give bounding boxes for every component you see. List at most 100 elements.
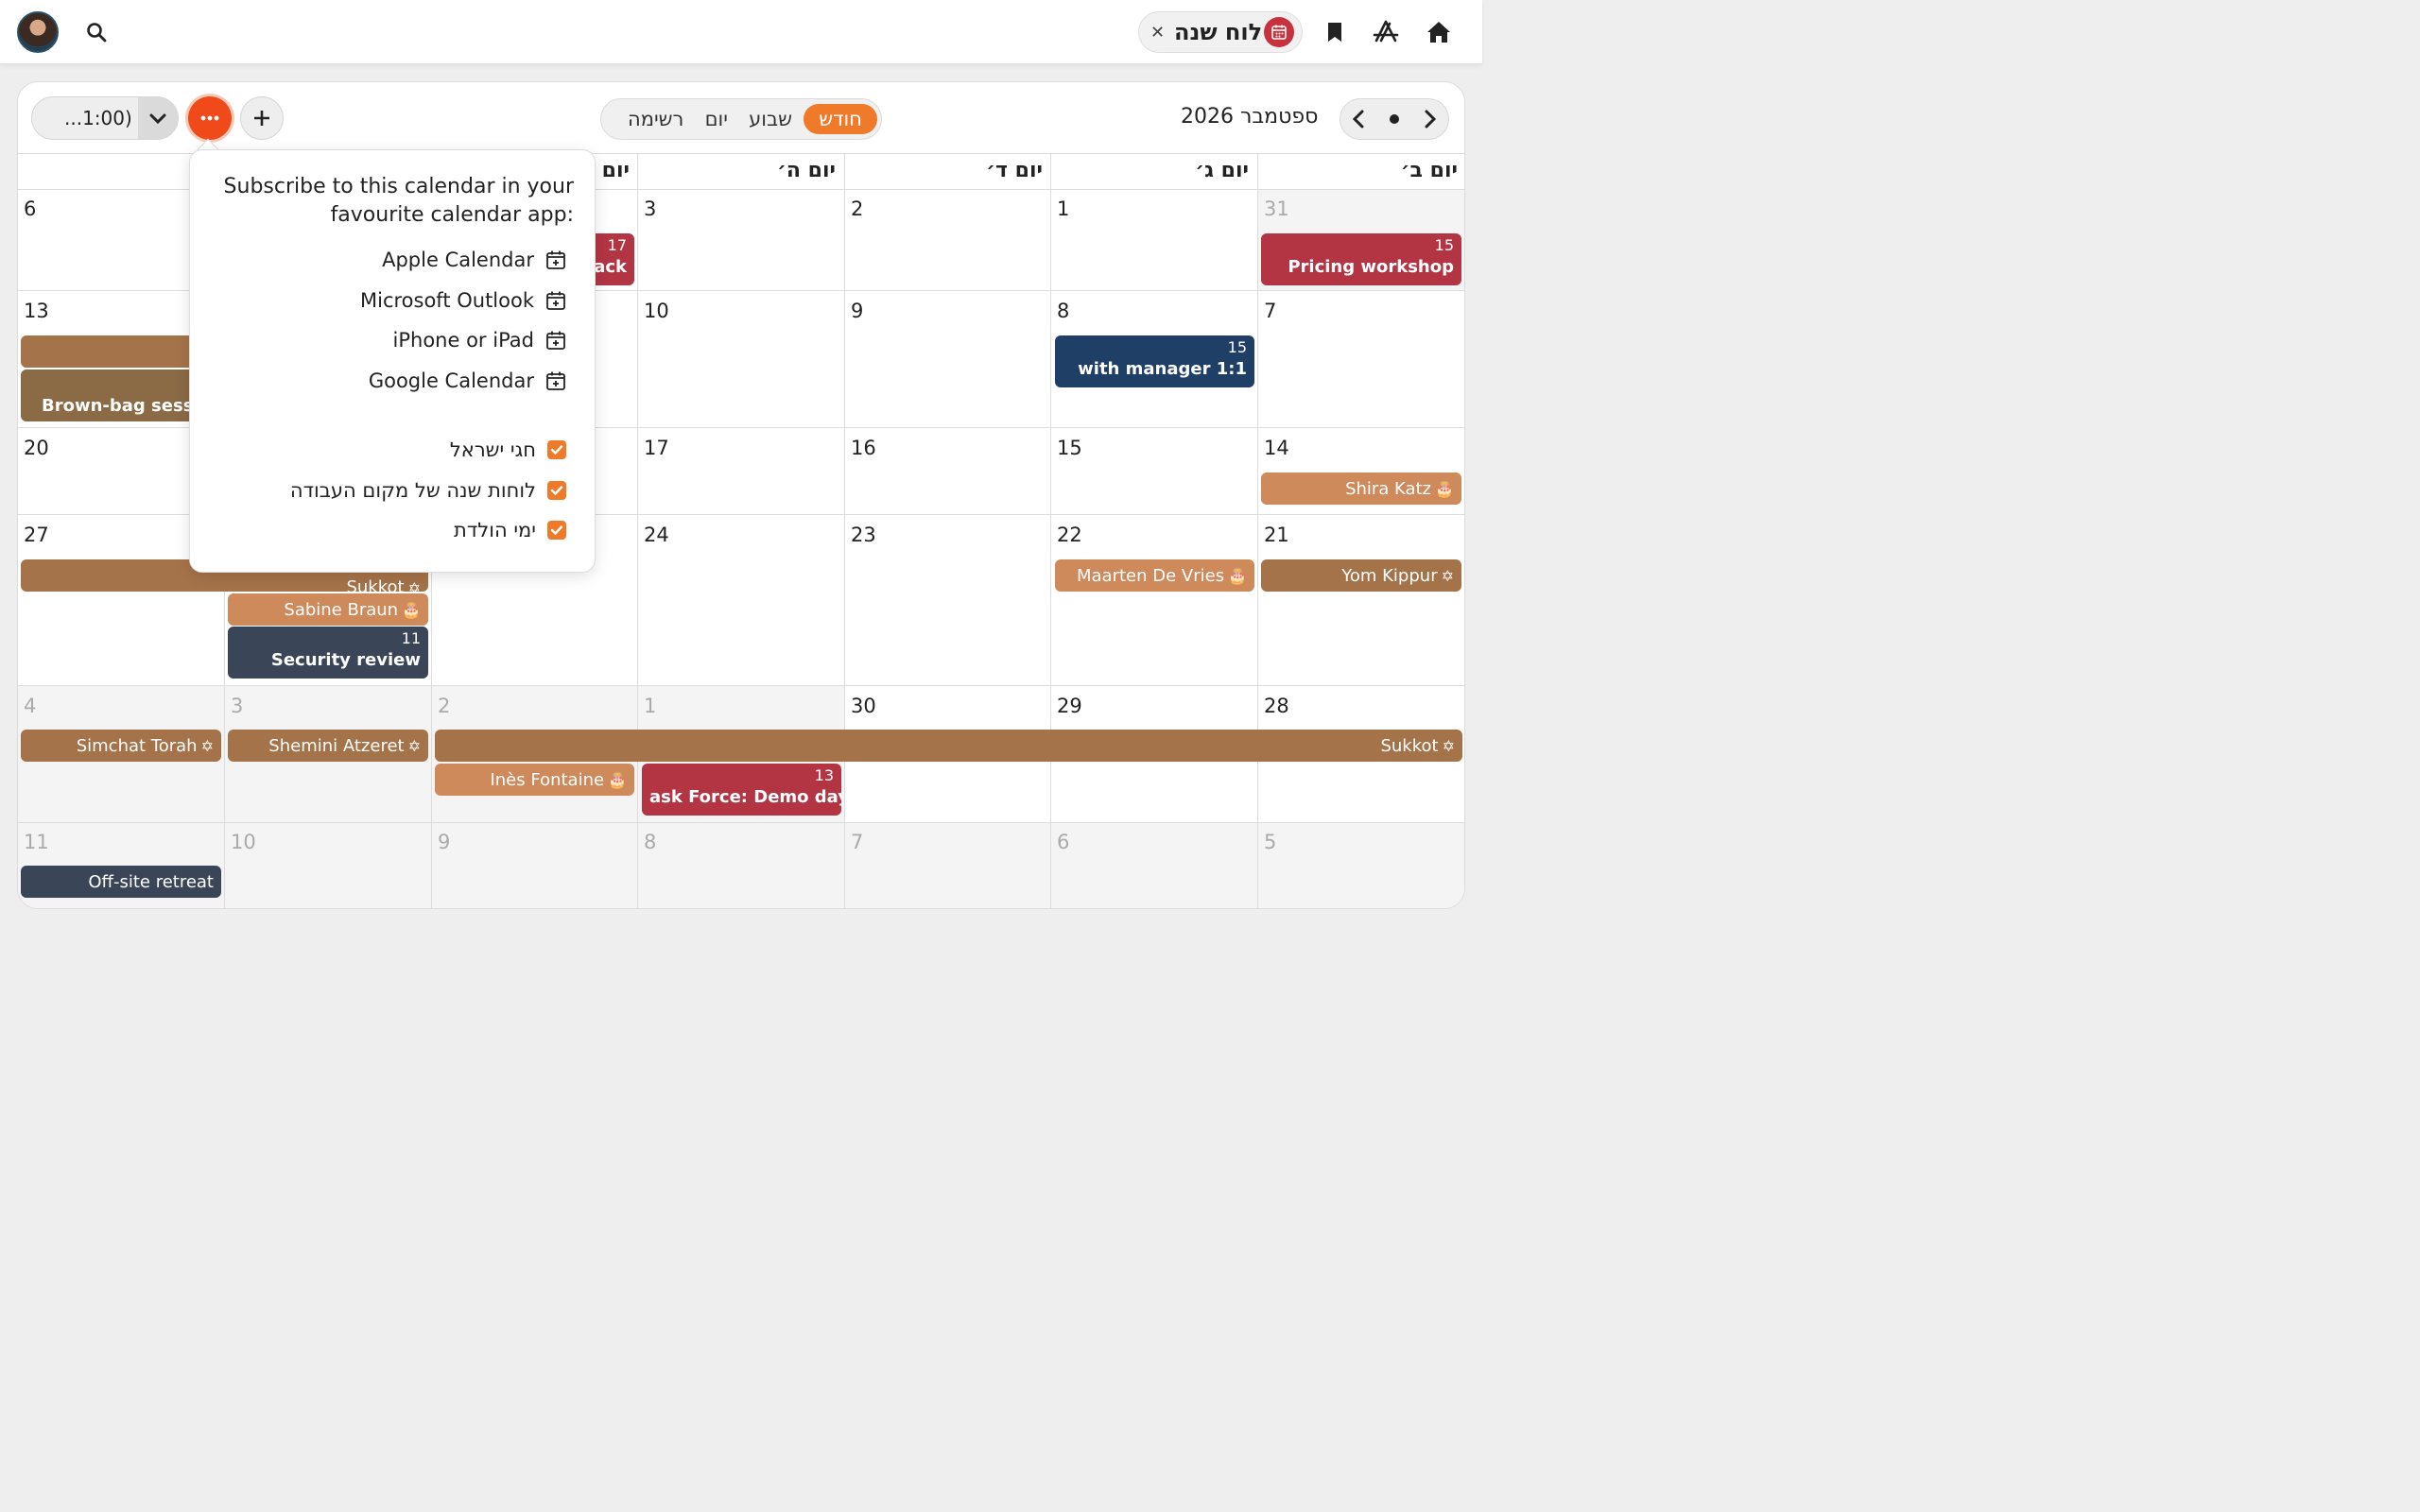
day-number[interactable]: 31 — [1264, 198, 1289, 220]
timezone-select[interactable]: ...1:00) — [31, 96, 179, 140]
checkbox-checked[interactable] — [547, 481, 566, 500]
day-number[interactable]: 3 — [644, 198, 656, 220]
day-number[interactable]: 3 — [231, 695, 243, 717]
event-sukkot[interactable]: Sukkot ✡ — [435, 730, 1462, 762]
day-number[interactable]: 14 — [1264, 437, 1289, 459]
chevron-left-icon[interactable] — [1352, 110, 1365, 129]
event-birthday-shira[interactable]: Shira Katz 🎂 — [1261, 472, 1461, 505]
day-number[interactable]: 21 — [1264, 524, 1289, 546]
day-number[interactable]: 15 — [1057, 437, 1082, 459]
event-offsite-retreat[interactable]: Off-site retreat — [21, 866, 221, 898]
option-label: Microsoft Outlook — [359, 289, 534, 312]
tab-month[interactable]: חודש — [804, 104, 877, 134]
day-number[interactable]: 8 — [644, 831, 656, 853]
day-number[interactable]: 1 — [644, 695, 656, 717]
day-number[interactable]: 9 — [438, 831, 450, 853]
cake-icon: 🎂 — [1435, 479, 1454, 498]
day-number[interactable]: 7 — [1264, 300, 1276, 322]
day-number[interactable]: 30 — [851, 695, 876, 717]
option-label: iPhone or iPad — [392, 329, 534, 352]
day-number[interactable]: 13 — [24, 300, 49, 322]
option-label: Apple Calendar — [382, 249, 534, 271]
checkbox-checked[interactable] — [547, 521, 566, 540]
subscribe-google-calendar[interactable]: Google Calendar — [369, 369, 566, 392]
tab-list[interactable]: רשימה — [618, 104, 693, 134]
event-title: with manager 1:1 — [1078, 359, 1247, 379]
day-number[interactable]: 6 — [24, 198, 36, 220]
day-number[interactable]: 2 — [438, 695, 450, 717]
avatar[interactable] — [17, 11, 59, 53]
day-number[interactable]: 7 — [851, 831, 863, 853]
home-icon[interactable] — [1420, 13, 1458, 51]
search-icon[interactable] — [78, 13, 115, 51]
event-shemini-atzeret[interactable]: Shemini Atzeret ✡ — [228, 730, 428, 762]
event-title: Off-site retreat — [88, 871, 214, 892]
chevron-down-icon[interactable] — [138, 97, 178, 139]
day-number[interactable]: 29 — [1057, 695, 1082, 717]
event-title: Pricing workshop — [1288, 257, 1454, 277]
calendar-toggle-workplace[interactable]: לוחות שנה של מקום העבודה — [290, 479, 566, 502]
top-bar: ✕ לוח שנה — [0, 0, 1482, 64]
calendar-toggle-birthdays[interactable]: ימי הולדת — [454, 519, 566, 541]
event-brown-bag[interactable]: Brown-bag sess — [21, 369, 210, 421]
bookmark-icon[interactable] — [1316, 13, 1354, 51]
event-pricing-workshop[interactable]: 15 Pricing workshop — [1261, 233, 1461, 285]
day-number[interactable]: 22 — [1057, 524, 1082, 546]
day-number[interactable]: 27 — [24, 524, 49, 546]
day-number[interactable]: 17 — [644, 437, 669, 459]
event-demo-day[interactable]: 13 ask Force: Demo day — [642, 764, 841, 816]
cake-icon: 🎂 — [402, 600, 421, 619]
month-title: ספטמבר 2026 — [1181, 105, 1319, 129]
more-options-button[interactable] — [188, 96, 232, 140]
app-tab-chip[interactable]: ✕ לוח שנה — [1138, 11, 1303, 53]
day-number[interactable]: 10 — [231, 831, 256, 853]
event-title: Maarten De Vries — [1077, 565, 1225, 586]
subscribe-apple-calendar[interactable]: Apple Calendar — [382, 249, 566, 271]
day-number[interactable]: 1 — [1057, 198, 1069, 220]
event-birthday-sabine[interactable]: Sabine Braun 🎂 — [228, 593, 428, 626]
event-security-review[interactable]: 11 Security review — [228, 627, 428, 679]
day-number[interactable]: 10 — [644, 300, 669, 322]
option-label: Google Calendar — [368, 369, 534, 392]
event-allday-bar[interactable] — [21, 335, 210, 368]
calendar-toggle-holidays[interactable]: חגי ישראל — [450, 438, 566, 461]
day-number[interactable]: 6 — [1057, 831, 1069, 853]
day-number[interactable]: 2 — [851, 198, 863, 220]
subscribe-iphone-ipad[interactable]: iPhone or iPad — [393, 329, 566, 352]
day-number[interactable]: 11 — [24, 831, 49, 853]
subscribe-microsoft-outlook[interactable]: Microsoft Outlook — [360, 289, 566, 312]
event-birthday-maarten[interactable]: Maarten De Vries 🎂 — [1055, 559, 1254, 592]
checkbox-checked[interactable] — [547, 440, 566, 459]
event-title: ack — [594, 257, 627, 277]
day-number[interactable]: 9 — [851, 300, 863, 322]
event-simchat-torah[interactable]: Simchat Torah ✡ — [21, 730, 221, 762]
weekday-header: יום ד׳ — [986, 159, 1043, 182]
event-title: Security review — [270, 650, 421, 670]
calendar-add-icon — [546, 291, 565, 310]
day-number[interactable]: 28 — [1264, 695, 1289, 717]
event-birthday-ines[interactable]: Inès Fontaine 🎂 — [435, 764, 634, 796]
day-number[interactable]: 20 — [24, 437, 49, 459]
event-yom-kippur[interactable]: Yom Kippur ✡ — [1261, 559, 1461, 592]
close-icon[interactable]: ✕ — [1150, 23, 1165, 43]
calendar-label: חגי ישראל — [449, 438, 536, 461]
day-number[interactable]: 5 — [1264, 831, 1276, 853]
event-title: Brown-bag sess — [42, 396, 194, 416]
tab-week[interactable]: שבוע — [739, 104, 802, 134]
event-manager-1on1[interactable]: 15 with manager 1:1 — [1055, 335, 1254, 387]
timezone-value: ...1:00) — [64, 107, 132, 129]
app-store-icon[interactable] — [1367, 13, 1405, 51]
add-event-button[interactable] — [240, 96, 284, 140]
plus-icon — [254, 111, 269, 126]
chevron-right-icon[interactable] — [1424, 110, 1437, 129]
day-number[interactable]: 16 — [851, 437, 876, 459]
day-number[interactable]: 4 — [24, 695, 36, 717]
day-number[interactable]: 24 — [644, 524, 669, 546]
weekday-header: יום ב׳ — [1400, 159, 1458, 182]
day-number[interactable]: 8 — [1057, 300, 1069, 322]
star-of-david-icon: ✡ — [407, 736, 421, 755]
star-of-david-icon: ✡ — [1441, 566, 1454, 585]
day-number[interactable]: 23 — [851, 524, 876, 546]
tab-day[interactable]: יום — [696, 104, 737, 134]
today-button[interactable] — [1390, 114, 1399, 124]
